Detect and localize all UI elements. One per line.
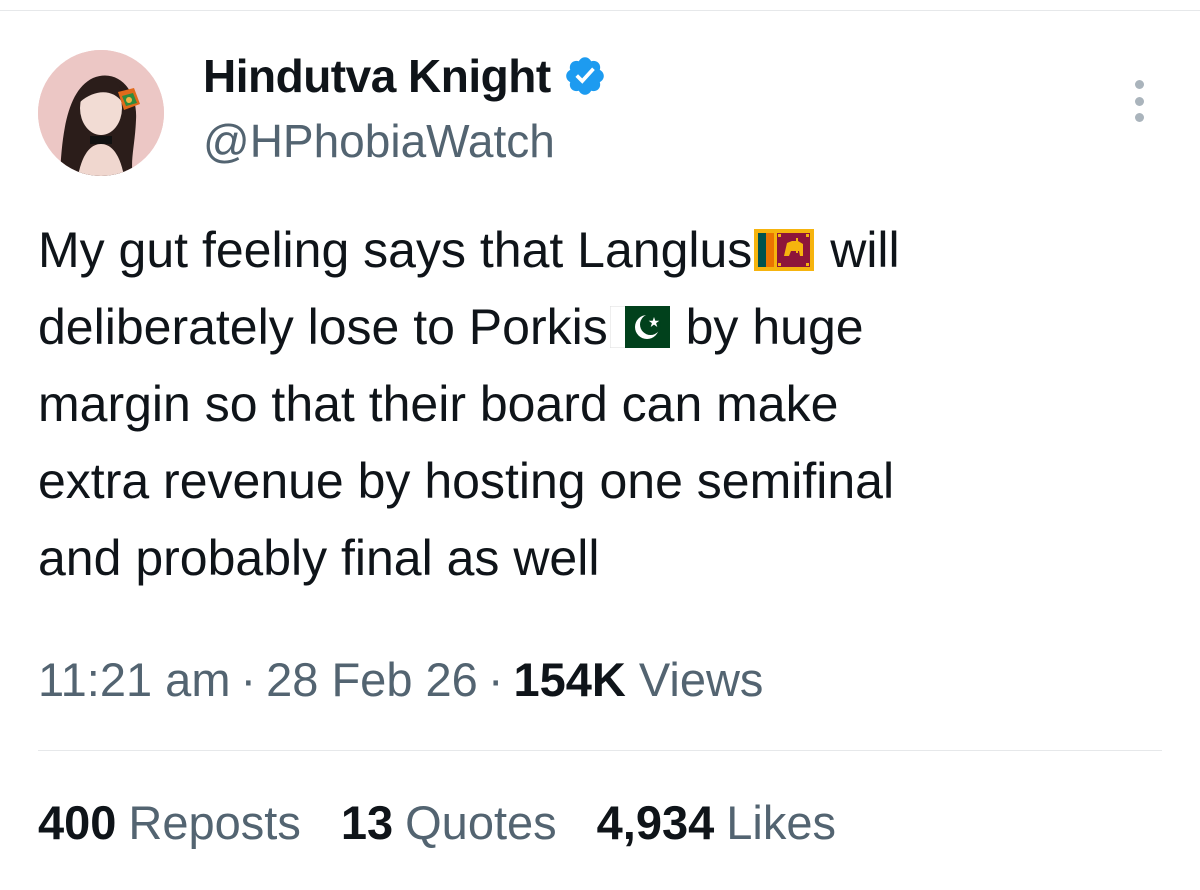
display-name[interactable]: Hindutva Knight bbox=[203, 49, 551, 103]
more-options-icon[interactable] bbox=[1124, 76, 1154, 126]
author-handle[interactable]: @HPhobiaWatch bbox=[203, 114, 555, 168]
verified-badge-icon bbox=[563, 54, 607, 98]
likes-label: Likes bbox=[726, 796, 837, 849]
sri-lanka-flag-icon bbox=[754, 229, 815, 271]
tweet-line-5: and probably final as well bbox=[38, 530, 600, 586]
avatar[interactable] bbox=[38, 50, 164, 176]
tweet-text-segment: will bbox=[816, 222, 900, 278]
pakistan-flag-icon bbox=[609, 306, 670, 348]
tweet-text-segment: by huge bbox=[671, 299, 864, 355]
tweet-line-1: My gut feeling says that Langlus will bbox=[38, 212, 1168, 289]
tweet-date[interactable]: 28 Feb 26 bbox=[266, 653, 478, 706]
tweet-line-4: extra revenue by hosting one semifinal bbox=[38, 453, 895, 509]
tweet-time[interactable]: 11:21 am bbox=[38, 653, 230, 706]
tweet-line-3: margin so that their board can make bbox=[38, 376, 839, 432]
views-label: Views bbox=[638, 653, 764, 706]
top-divider bbox=[0, 10, 1200, 11]
author-name-row: Hindutva Knight bbox=[203, 50, 607, 102]
likes-stat[interactable]: 4,934 Likes bbox=[597, 795, 836, 850]
meta-separator: · bbox=[240, 653, 257, 706]
meta-divider bbox=[38, 750, 1162, 751]
tweet-line-2: deliberately lose to Porkis by huge bbox=[38, 289, 1168, 366]
views-label bbox=[626, 653, 639, 706]
engagement-stats: 400 Reposts 13 Quotes 4,934 Likes bbox=[38, 795, 836, 850]
quotes-stat[interactable]: 13 Quotes bbox=[341, 795, 557, 850]
tweet-text-segment: deliberately lose to Porkis bbox=[38, 299, 608, 355]
reposts-label: Reposts bbox=[128, 796, 301, 849]
reposts-stat[interactable]: 400 Reposts bbox=[38, 795, 301, 850]
views-count: 154K bbox=[513, 653, 626, 706]
tweet-card: Hindutva Knight @HPhobiaWatch My gut fee… bbox=[0, 0, 1200, 890]
likes-count: 4,934 bbox=[596, 796, 715, 849]
quotes-count: 13 bbox=[340, 796, 394, 849]
tweet-text: My gut feeling says that Langlus will de… bbox=[38, 212, 1168, 597]
reposts-count: 400 bbox=[38, 796, 117, 849]
meta-separator: · bbox=[487, 653, 504, 706]
quotes-label: Quotes bbox=[405, 796, 557, 849]
tweet-meta: 11:21 am · 28 Feb 26 · 154K Views bbox=[38, 652, 763, 707]
tweet-text-segment: My gut feeling says that Langlus bbox=[38, 222, 753, 278]
